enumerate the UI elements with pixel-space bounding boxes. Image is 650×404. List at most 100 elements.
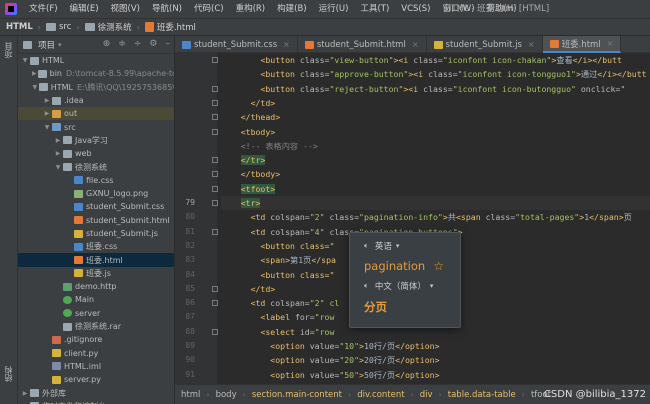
expanded-arrow-icon[interactable]: ▼ <box>21 57 29 64</box>
speaker-icon[interactable]: 🔈︎ <box>364 241 369 251</box>
menu-item[interactable]: 文件(F) <box>23 0 64 18</box>
menu-item[interactable]: 工具(T) <box>354 0 395 18</box>
code-editor[interactable]: 79 80 81 82 83 84 85 86 87 88 89 90 91 <button class… <box>175 53 650 384</box>
tag-path-item[interactable]: section.main-content <box>252 390 342 400</box>
project-tool-button[interactable]: 项目 <box>3 42 14 58</box>
tree-item[interactable]: ▶ bin D:\tomcat-8.5.99\apache-to <box>18 67 174 80</box>
project-panel-title[interactable]: 项目 <box>38 39 55 51</box>
editor-tab[interactable]: student_Submit.css × <box>175 36 298 53</box>
breadcrumb-project[interactable]: HTML <box>6 22 33 32</box>
tree-item[interactable]: ▶ .idea <box>18 94 174 107</box>
source-language-row[interactable]: 🔈︎ 英语 ▾ <box>364 240 399 252</box>
menu-item[interactable]: 运行(U) <box>313 0 355 18</box>
collapsed-arrow-icon[interactable]: ▶ <box>43 110 51 117</box>
fold-icon[interactable] <box>212 114 218 121</box>
tag-path-item[interactable]: table.data-table <box>448 390 516 400</box>
tree-item[interactable]: ▼ HTML E:\腾讯\QQ\1925753685\ <box>18 81 174 94</box>
fold-icon[interactable] <box>212 171 218 178</box>
tag-path-item[interactable]: div <box>420 390 433 400</box>
menu-item[interactable]: 重构(R) <box>230 0 272 18</box>
fold-icon[interactable] <box>212 285 218 292</box>
tree-item[interactable]: 班委.html <box>18 253 174 267</box>
hide-icon[interactable]: – <box>166 39 171 49</box>
fold-icon[interactable] <box>212 85 218 92</box>
fold-icon[interactable] <box>212 99 218 106</box>
fold-icon[interactable] <box>212 157 218 164</box>
menu-item[interactable]: 视图(V) <box>105 0 146 18</box>
editor-tab[interactable]: student_Submit.html × <box>298 36 427 53</box>
gear-icon[interactable]: ⚙ <box>149 39 157 49</box>
js-icon <box>74 269 83 278</box>
fold-icon[interactable] <box>212 128 218 135</box>
tree-item[interactable]: ▼ src <box>18 120 174 133</box>
tree-item[interactable]: 班委.js <box>18 267 174 280</box>
code-token: <span> <box>260 255 291 266</box>
close-icon[interactable]: × <box>607 39 614 48</box>
tree-item[interactable]: ▼ 徐测系统 <box>18 160 174 173</box>
expanded-arrow-icon[interactable]: ▼ <box>54 164 62 171</box>
tree-item[interactable]: ▶ web <box>18 147 174 160</box>
menu-item[interactable]: 导航(N) <box>146 0 188 18</box>
target-language-row[interactable]: 🔈︎ 中文（简体） ▾ <box>364 280 433 292</box>
tree-item[interactable]: ▶ Java学习 <box>18 134 174 147</box>
tree-item[interactable]: ▼ HTML <box>18 54 174 67</box>
expand-icon[interactable]: ÷ <box>134 39 142 49</box>
collapse-icon[interactable]: ≑ <box>118 39 126 49</box>
fold-icon[interactable] <box>212 200 218 206</box>
fold-icon[interactable] <box>212 228 218 235</box>
tree-item[interactable]: demo.http <box>18 280 174 293</box>
speaker-icon[interactable]: 🔈︎ <box>364 281 369 291</box>
fold-icon[interactable] <box>212 300 218 307</box>
tree-item[interactable]: .gitignore <box>18 333 174 346</box>
code-token: <button <box>260 55 300 65</box>
code-token: class= <box>299 83 330 94</box>
code-area[interactable]: <button class="view-button"><i class="ic… <box>221 53 650 384</box>
source-word-row: pagination ☆ <box>364 259 444 273</box>
collapsed-arrow-icon[interactable]: ▶ <box>43 97 51 104</box>
menu-item[interactable]: 编辑(E) <box>64 0 105 18</box>
tag-path-item[interactable]: div.content <box>357 390 404 400</box>
collapsed-arrow-icon[interactable]: ▶ <box>54 137 62 144</box>
code-line: <button class="view-button"><i class="ic… <box>221 53 650 67</box>
breadcrumb-file[interactable]: 班委.html <box>144 21 196 33</box>
tree-item[interactable]: file.css <box>18 174 174 187</box>
editor-tab[interactable]: student_Submit.js × <box>427 36 543 53</box>
collapsed-arrow-icon[interactable]: ▶ <box>21 390 29 397</box>
collapsed-arrow-icon[interactable]: ▶ <box>32 70 37 77</box>
tree-item[interactable]: 班委.css <box>18 240 174 253</box>
tree-item[interactable]: server <box>18 307 174 320</box>
menu-item[interactable]: 代码(C) <box>188 0 230 18</box>
tree-item[interactable]: client.py <box>18 347 174 360</box>
tree-item[interactable]: ▶ 外部库 <box>18 386 174 399</box>
tree-item[interactable]: 临时文件和控制台 <box>18 400 174 404</box>
breadcrumb-folder[interactable]: 徐测系统 <box>84 21 132 33</box>
tree-item[interactable]: GXNU_logo.png <box>18 187 174 200</box>
fold-icon[interactable] <box>212 185 218 192</box>
close-icon[interactable]: × <box>528 40 535 49</box>
collapsed-arrow-icon[interactable]: ▶ <box>54 150 62 157</box>
tag-path-item[interactable]: body <box>216 390 237 400</box>
fold-icon[interactable] <box>212 57 218 63</box>
expanded-arrow-icon[interactable]: ▼ <box>43 124 51 131</box>
locate-icon[interactable]: ⊕ <box>103 39 111 49</box>
structure-tool-button[interactable]: 结构 <box>3 366 14 382</box>
tag-path-item[interactable]: html <box>181 390 200 400</box>
tree-item[interactable]: Main <box>18 293 174 306</box>
tree-item[interactable]: server.py <box>18 373 174 386</box>
expanded-arrow-icon[interactable]: ▼ <box>32 84 38 91</box>
fold-icon[interactable] <box>212 328 218 335</box>
tree-item[interactable]: student_Submit.html <box>18 214 174 227</box>
chevron-down-icon[interactable]: ▾ <box>58 41 62 49</box>
close-icon[interactable]: × <box>283 40 290 49</box>
tree-item[interactable]: HTML.iml <box>18 360 174 373</box>
tree-item[interactable]: student_Submit.css <box>18 200 174 213</box>
menu-item[interactable]: 构建(B) <box>271 0 312 18</box>
menu-item[interactable]: VCS(S) <box>395 0 436 18</box>
star-icon[interactable]: ☆ <box>433 259 444 273</box>
tree-item[interactable]: student_Submit.js <box>18 227 174 240</box>
editor-tab[interactable]: 班委.html × <box>542 36 622 53</box>
tree-item[interactable]: 徐测系统.rar <box>18 320 174 333</box>
close-icon[interactable]: × <box>412 40 419 49</box>
tree-item[interactable]: ▶ out <box>18 107 174 121</box>
breadcrumb-src[interactable]: src <box>46 22 71 32</box>
